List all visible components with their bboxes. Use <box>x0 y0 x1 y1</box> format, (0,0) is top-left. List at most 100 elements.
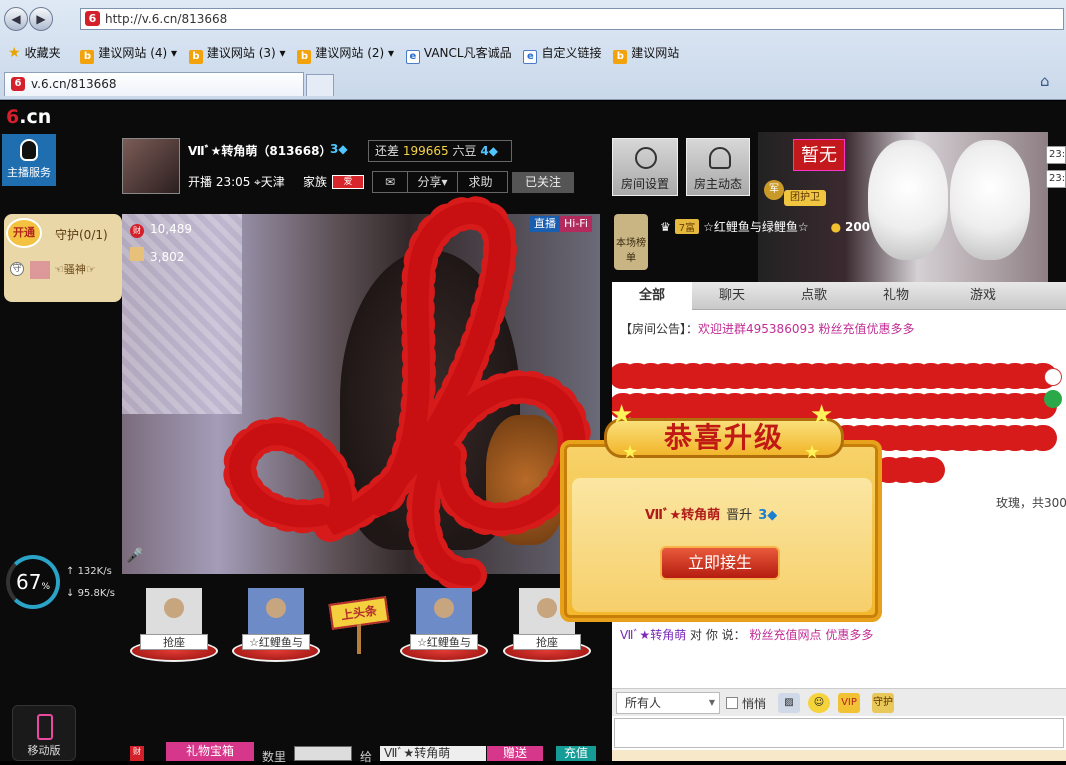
seat-label: 抢座 <box>140 634 208 650</box>
upload-speed: ↑ 132K/s <box>66 566 112 577</box>
host-name: Ⅶﾞ★转角萌（813668） <box>188 144 332 158</box>
fans-count: 3,802 <box>130 247 184 264</box>
star-icon: ★ <box>804 442 821 463</box>
fav-item[interactable]: b 建议网站 (4) ▾ <box>80 40 177 66</box>
diamond-icon: ◆ <box>767 508 778 523</box>
wealth-icon: 财 <box>130 746 144 761</box>
star-icon: ★ <box>8 45 21 61</box>
rank-list-button[interactable]: 本场榜单 <box>614 214 648 270</box>
address-bar[interactable]: 6 http://v.6.cn/813668 <box>80 8 1064 30</box>
seat-2[interactable]: ☆红鲤鱼与 <box>232 588 320 666</box>
host-news-button[interactable]: 房主动态 <box>686 138 750 196</box>
coin-icon: ● <box>830 220 842 234</box>
open-guard-button[interactable]: 开通 <box>6 218 42 248</box>
new-tab-button[interactable] <box>306 74 334 96</box>
ie-icon: e <box>405 50 420 64</box>
top-contributor[interactable]: ♛ 7富 ☆红鲤鱼与绿鲤鱼☆ ● 200 <box>660 218 920 235</box>
avatar <box>30 261 50 279</box>
avatar <box>146 588 202 640</box>
tab-chat[interactable]: 聊天 <box>692 282 772 310</box>
bing-icon: b <box>297 50 312 64</box>
headline-button[interactable]: 上头条 <box>328 596 390 654</box>
site-favicon-icon: 6 <box>85 11 100 26</box>
star-icon: ★ <box>622 442 639 463</box>
chat-input[interactable] <box>614 718 1064 748</box>
trophy-icon: ♛ <box>660 220 671 234</box>
diamond-icon: ◆ <box>338 142 348 156</box>
fav-item[interactable]: e 自定义链接 <box>523 40 601 66</box>
gift-box-button[interactable]: 礼物宝箱 <box>166 742 254 761</box>
give-label: 给 <box>360 750 373 764</box>
level-up-message: Ⅶﾞ★转角萌 晋升 3◆ <box>645 508 778 523</box>
tab-game[interactable]: 游戏 <box>938 282 1028 310</box>
send-gift-button[interactable]: 赠送 <box>487 746 543 761</box>
site-favicon-icon: 6 <box>11 77 25 91</box>
vip-icon[interactable]: VIP <box>838 693 860 713</box>
time-label: 23: <box>1046 170 1066 188</box>
wealth-count: 财 10,489 <box>130 222 192 238</box>
seat-3[interactable]: ☆红鲤鱼与 <box>400 588 488 666</box>
banner-bear <box>868 140 948 260</box>
tab-gift[interactable]: 礼物 <box>856 282 936 310</box>
gear-icon <box>635 147 657 169</box>
tab-all[interactable]: 全部 <box>612 282 692 310</box>
fav-item[interactable]: e VANCL凡客诚品 <box>405 40 512 66</box>
wealth-icon: 财 <box>130 224 144 238</box>
none-yet-badge: 暂无 <box>793 139 845 171</box>
tab-title: v.6.cn/813668 <box>31 77 117 91</box>
avatar <box>248 588 304 640</box>
sign-pole <box>357 624 361 654</box>
fav-item[interactable]: b 建议网站 (2) ▾ <box>297 40 394 66</box>
banner-bear <box>950 140 1030 260</box>
rose-gift-animation <box>222 196 592 592</box>
forward-icon[interactable]: ▶ <box>29 7 53 31</box>
recipient-select[interactable]: Ⅶﾞ★转角萌 <box>380 746 486 761</box>
star-icon: ★ <box>810 400 834 430</box>
site-logo[interactable]: 6.cn <box>6 104 56 132</box>
bing-icon: b <box>80 50 95 64</box>
ie-icon: e <box>523 50 538 64</box>
quantity-input[interactable] <box>294 746 352 761</box>
favorites-button[interactable]: ★ 收藏夹 <box>8 40 61 66</box>
seat-label: ☆红鲤鱼与 <box>242 634 310 650</box>
accept-now-button[interactable]: 立即接生 <box>660 546 780 580</box>
level-gap-box: 还差 199665 六豆 4◆ <box>368 140 512 162</box>
url-text: http://v.6.cn/813668 <box>105 12 228 26</box>
phone-icon <box>37 714 53 740</box>
recipient-dropdown[interactable]: 所有人 <box>616 692 720 714</box>
mobile-version-button[interactable]: 移动版 <box>12 705 76 761</box>
trash-icon[interactable] <box>1044 368 1062 386</box>
team-guard-label[interactable]: 团护卫 <box>784 190 826 206</box>
seat-1[interactable]: 抢座 <box>130 588 218 666</box>
home-icon[interactable]: ⌂ <box>1040 72 1060 90</box>
recharge-button[interactable]: 充值 <box>556 746 596 761</box>
back-icon[interactable]: ◀ <box>4 7 28 31</box>
nav-buttons: ◀ ▶ <box>4 7 54 31</box>
avatar <box>416 588 472 640</box>
microphone-icon[interactable]: 🎤 <box>126 548 143 568</box>
quantity-label: 数里 <box>262 750 287 764</box>
fav-item[interactable]: b 建议网站 <box>613 40 679 66</box>
army-icon: 军 <box>764 180 784 200</box>
check-icon[interactable] <box>1044 390 1062 408</box>
cpu-usage-gauge: 67% <box>6 555 60 609</box>
emoji-icon[interactable]: ☺ <box>808 693 830 713</box>
diamond-icon: ◆ <box>488 144 498 158</box>
fav-item[interactable]: b 建议网站 (3) ▾ <box>188 40 286 66</box>
time-column: 23: 23: <box>1046 146 1066 194</box>
host-avatar[interactable] <box>122 138 180 194</box>
whisper-checkbox[interactable] <box>726 697 738 709</box>
guard-member[interactable]: ☜骚神☞ <box>20 260 116 280</box>
image-icon[interactable]: ▨ <box>778 693 800 713</box>
qq-penguin-icon <box>20 139 38 161</box>
tab-song[interactable]: 点歌 <box>774 282 854 310</box>
guard-icon[interactable]: 守护 <box>872 693 894 713</box>
person-icon <box>709 147 731 169</box>
anchor-service-button[interactable]: 主播服务 <box>2 134 56 186</box>
guard-count: 守护(0/1) <box>55 228 108 242</box>
browser-tab-active[interactable]: 6 v.6.cn/813668 <box>4 72 304 96</box>
whisper-label: 悄悄 <box>742 697 767 711</box>
seat-label: 抢座 <box>513 634 581 650</box>
room-settings-button[interactable]: 房间设置 <box>612 138 678 196</box>
side-tools <box>1044 368 1066 414</box>
